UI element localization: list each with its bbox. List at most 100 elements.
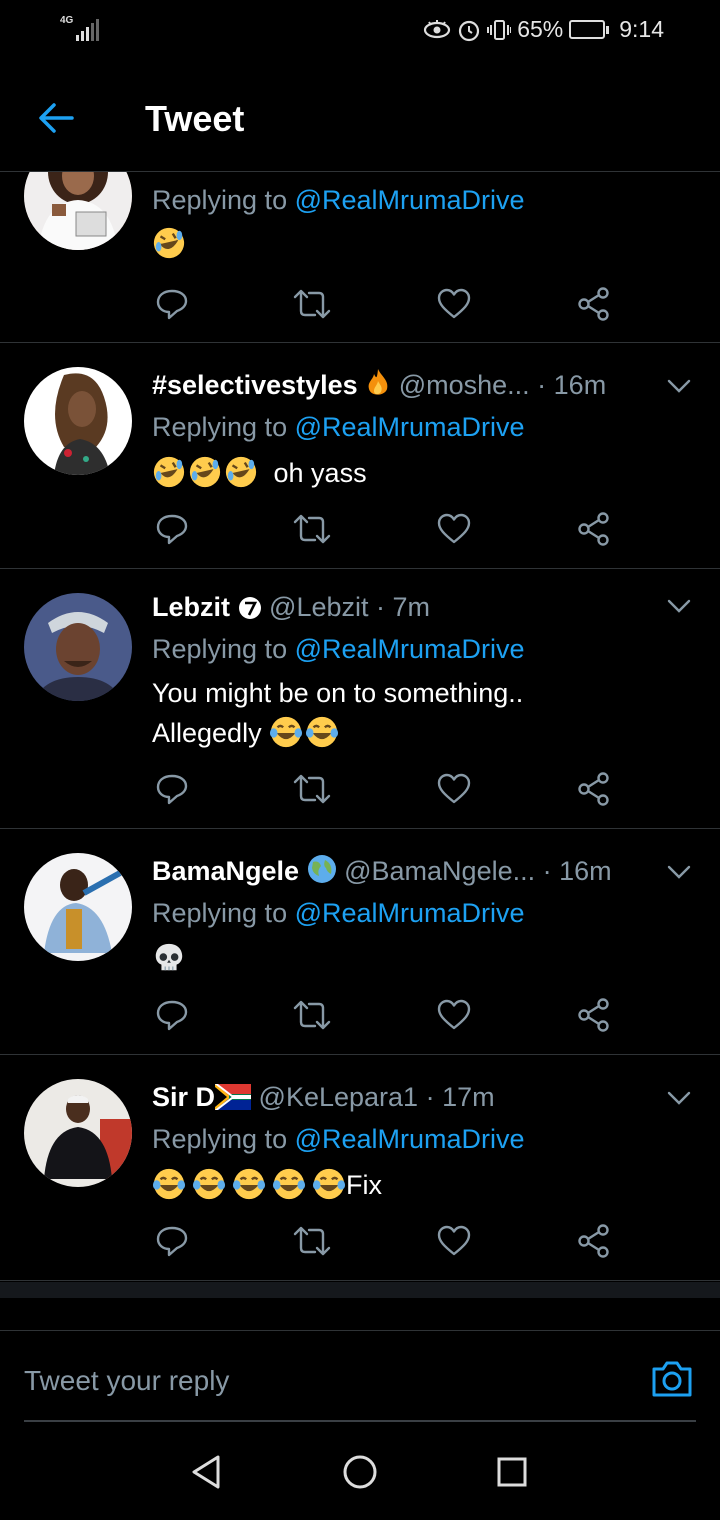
section-divider (0, 1282, 720, 1298)
eye-comfort-icon (424, 19, 451, 38)
share-button[interactable] (574, 509, 614, 549)
retweet-icon (293, 774, 331, 804)
display-name[interactable]: #selectivestyles (152, 370, 358, 400)
clock: 9:14 (619, 16, 664, 42)
status-icons: 65% 9:14 (423, 16, 664, 43)
tweet-text: Allegedly (152, 718, 262, 748)
like-button[interactable] (434, 284, 474, 324)
share-icon (578, 287, 609, 321)
rofl-emoji (153, 456, 185, 488)
reply-input[interactable]: Tweet your reply (24, 1365, 229, 1397)
share-button[interactable] (574, 284, 614, 324)
tweet-body: Allegedly (152, 713, 341, 753)
avatar[interactable] (24, 367, 132, 475)
tweet-time: · 7m (376, 592, 431, 622)
tweet-actions (152, 769, 622, 809)
mention-link[interactable]: @RealMrumaDrive (295, 898, 525, 928)
like-button[interactable] (434, 1221, 474, 1261)
display-name[interactable]: Lebzit (152, 592, 230, 622)
mention-link[interactable]: @RealMrumaDrive (295, 185, 525, 215)
reply-button[interactable] (152, 995, 192, 1035)
tweet-actions (152, 995, 622, 1035)
retweet-button[interactable] (292, 769, 332, 809)
avatar[interactable] (24, 172, 132, 250)
reply-icon (156, 774, 188, 805)
share-button[interactable] (574, 769, 614, 809)
fire-emoji (368, 369, 388, 395)
retweet-button[interactable] (292, 284, 332, 324)
retweet-button[interactable] (292, 1221, 332, 1261)
nav-recents-button[interactable] (492, 1452, 532, 1492)
reply-icon (156, 514, 188, 545)
heart-icon (437, 288, 471, 319)
reply-button[interactable] (152, 1221, 192, 1261)
tweet-item[interactable]: Lebzit @Lebzit · 7m Replying to @RealMru… (0, 569, 720, 829)
retweet-button[interactable] (292, 995, 332, 1035)
avatar[interactable] (24, 853, 132, 961)
heart-icon (437, 1225, 471, 1256)
rofl-emoji (225, 456, 257, 488)
retweet-button[interactable] (292, 509, 332, 549)
tweet-item[interactable]: BamaNgele @BamaNgele... · 16m Replying t… (0, 829, 720, 1055)
joy-emoji (232, 1168, 266, 1200)
system-nav-bar (0, 1422, 720, 1520)
mention-link[interactable]: @RealMrumaDrive (295, 634, 525, 664)
reply-input-box[interactable]: Tweet your reply (0, 1330, 720, 1422)
reply-icon (156, 1226, 188, 1257)
like-button[interactable] (434, 995, 474, 1035)
reply-feed[interactable]: Replying to @RealMrumaDrive #selectivest… (0, 172, 720, 1282)
retweet-icon (293, 1000, 331, 1030)
chevron-down-icon[interactable] (666, 593, 692, 619)
camera-icon[interactable] (650, 1359, 694, 1399)
joy-emoji (272, 1168, 306, 1200)
skull-emoji (155, 943, 183, 971)
tweet-item[interactable]: #selectivestyles @moshe... · 16m Replyin… (0, 343, 720, 569)
tweet-body: Fix (152, 1165, 382, 1205)
chevron-down-icon[interactable] (666, 1085, 692, 1111)
tweet-item[interactable]: Sir D @KeLepara1 · 17m Replying to @Real… (0, 1055, 720, 1281)
tweet-item[interactable]: Replying to @RealMrumaDrive (0, 172, 720, 343)
chevron-down-icon[interactable] (666, 859, 692, 885)
home-circle-icon (343, 1455, 377, 1489)
mention-link[interactable]: @RealMrumaDrive (295, 1124, 525, 1154)
share-button[interactable] (574, 1221, 614, 1261)
display-name[interactable]: Sir D (152, 1082, 215, 1112)
globe-emoji (307, 855, 336, 883)
network-type: 4G (60, 15, 74, 26)
like-button[interactable] (434, 769, 474, 809)
avatar[interactable] (24, 593, 132, 701)
back-button[interactable] (30, 92, 82, 144)
heart-icon (437, 773, 471, 804)
reply-button[interactable] (152, 769, 192, 809)
like-button[interactable] (434, 509, 474, 549)
mention-link[interactable]: @RealMrumaDrive (295, 412, 525, 442)
top-app-bar: Tweet (0, 62, 720, 172)
recents-square-icon (497, 1457, 527, 1487)
vibrate-icon (487, 19, 512, 40)
share-button[interactable] (574, 995, 614, 1035)
avatar[interactable] (24, 1079, 132, 1187)
reply-button[interactable] (152, 509, 192, 549)
number-seven-icon (238, 597, 261, 619)
chevron-down-icon[interactable] (666, 373, 692, 399)
tweet-body (152, 939, 188, 979)
arrow-left-icon (39, 103, 74, 133)
display-name[interactable]: BamaNgele (152, 856, 299, 886)
battery-percent: 65% (517, 16, 564, 42)
share-icon (578, 772, 609, 806)
reply-button[interactable] (152, 284, 192, 324)
tweet-actions (152, 509, 622, 549)
nav-home-button[interactable] (340, 1452, 380, 1492)
joy-emoji (270, 716, 303, 748)
user-handle: @Lebzit (269, 592, 369, 622)
tweet-actions (152, 1221, 622, 1261)
tweet-actions (152, 284, 622, 324)
joy-emoji (306, 716, 339, 748)
joy-emoji (192, 1168, 226, 1200)
replying-to-label: Replying to (152, 412, 288, 442)
share-icon (578, 998, 609, 1032)
status-bar: 4G 65% 9:14 (0, 0, 720, 62)
nav-back-button[interactable] (186, 1452, 226, 1492)
reply-icon (156, 1000, 188, 1031)
heart-icon (437, 999, 471, 1030)
